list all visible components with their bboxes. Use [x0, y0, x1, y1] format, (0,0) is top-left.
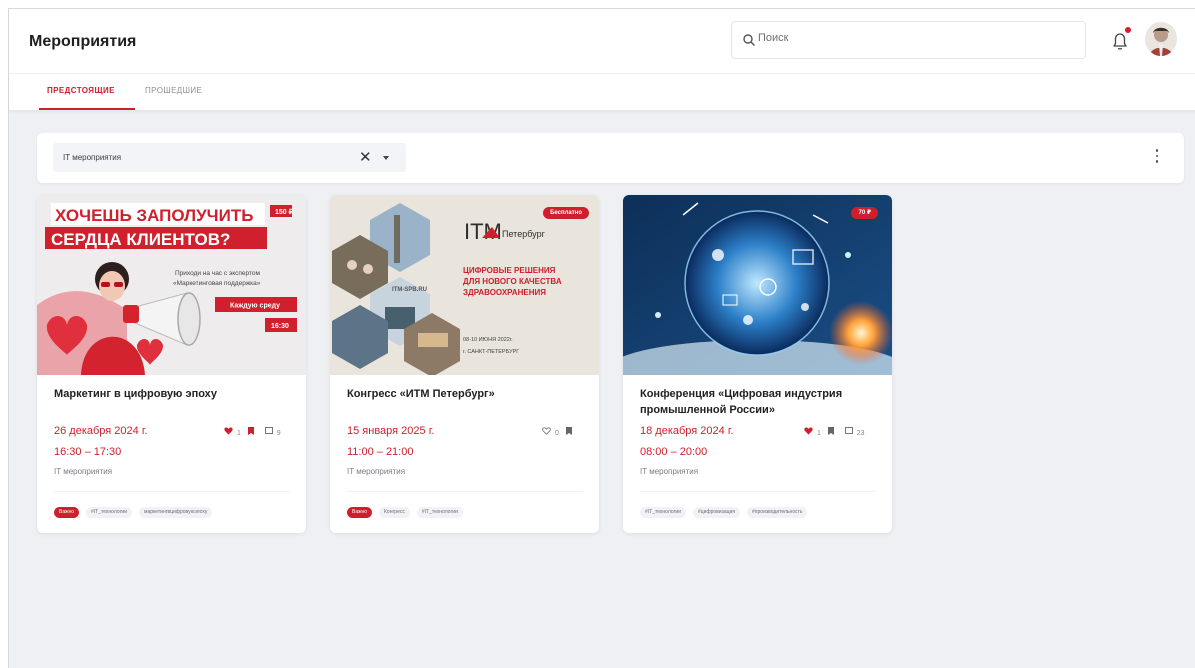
- banner-subtitle-2: «Маркетинговая поддержка»: [173, 280, 261, 287]
- heart-outline-icon[interactable]: [542, 427, 551, 435]
- banner-badge-1: Каждую среду: [230, 303, 280, 310]
- top-bar: Мероприятия: [9, 9, 1195, 74]
- category-select-value: IT мероприятия: [63, 153, 122, 162]
- comment-icon: [264, 427, 273, 434]
- app-frame: Мероприятия ПРЕДСТОЯЩИЕ ПРОШЕДШИ: [8, 8, 1195, 668]
- tag[interactable]: #цифровизация: [693, 507, 741, 518]
- banner-headline-1: ХОЧЕШЬ ЗАПОЛУЧИТЬ: [55, 206, 253, 225]
- tag[interactable]: #IT_технологии: [86, 507, 133, 518]
- tab-past[interactable]: ПРОШЕДШИЕ: [145, 86, 202, 95]
- page-title: Мероприятия: [29, 33, 137, 50]
- tag-list: Важно #IT_технологии маркетингвцифровуюэпо…: [54, 507, 219, 519]
- tag[interactable]: Важно: [54, 507, 80, 518]
- tag-list: #IT_технологии #цифровизация #производител…: [640, 507, 814, 519]
- banner-site: ITM-SPB.RU: [392, 287, 427, 293]
- banner-headline-2: ДЛЯ НОВОГО КАЧЕСТВА: [463, 277, 562, 286]
- event-date: 26 декабря 2024 г.: [54, 425, 148, 437]
- avatar[interactable]: [1145, 22, 1177, 56]
- event-title[interactable]: Конференция «Цифровая индустрия промышле…: [640, 386, 880, 418]
- comments-count: 23: [856, 429, 865, 437]
- tag[interactable]: Конгресс: [379, 507, 410, 518]
- tab-upcoming[interactable]: ПРЕДСТОЯЩИЕ: [47, 86, 115, 95]
- price-badge: 70 ₽: [851, 207, 878, 219]
- heart-icon[interactable]: [224, 427, 233, 435]
- banner-badge-2: 16:30: [271, 323, 289, 330]
- banner-subtitle-1: Приходи на час с экспертом: [175, 270, 261, 277]
- banner-headline-1: ЦИФРОВЫЕ РЕШЕНИЯ: [463, 266, 556, 275]
- event-date: 18 декабря 2024 г.: [640, 425, 734, 437]
- event-card[interactable]: ХОЧЕШЬ ЗАПОЛУЧИТЬ 150 ₽ СЕРДЦА КЛИЕНТОВ?…: [37, 195, 306, 533]
- event-category: IT мероприятия: [640, 467, 699, 476]
- tag-list: Важно Конгресс #IT_технологии: [347, 507, 470, 519]
- event-time: 08:00 – 20:00: [640, 446, 708, 458]
- banner-dates: 08-10 ИЮНЯ 2022г.: [463, 337, 513, 343]
- event-time: 16:30 – 17:30: [54, 446, 122, 458]
- event-card[interactable]: ITM-SPB.RU ITM Петербург ЦИФРОВЫЕ РЕШЕНИ…: [330, 195, 599, 533]
- search-box[interactable]: [731, 21, 1086, 59]
- active-tab-indicator: [39, 108, 135, 110]
- search-input[interactable]: [758, 32, 1058, 44]
- event-stats: 1 9: [224, 427, 281, 437]
- event-category: IT мероприятия: [54, 467, 113, 476]
- likes-count: 1: [236, 429, 241, 437]
- bookmark-icon[interactable]: [247, 427, 254, 435]
- event-image: ХОЧЕШЬ ЗАПОЛУЧИТЬ 150 ₽ СЕРДЦА КЛИЕНТОВ?…: [37, 195, 306, 375]
- likes-count: 1: [816, 429, 821, 437]
- likes-count: 0: [554, 429, 559, 437]
- event-title[interactable]: Конгресс «ИТМ Петербург»: [347, 386, 587, 402]
- chevron-down-icon[interactable]: [383, 156, 389, 160]
- event-date: 15 января 2025 г.: [347, 425, 435, 437]
- comment-icon: [844, 427, 853, 434]
- card-divider: [54, 491, 290, 492]
- avatar-image: [1145, 22, 1177, 56]
- banner-city: г. САНКТ-ПЕТЕРБУРГ: [463, 349, 519, 355]
- event-stats: 1 23: [804, 427, 865, 437]
- event-title[interactable]: Маркетинг в цифровую эпоху: [54, 386, 294, 402]
- banner-brand: ITM: [464, 219, 502, 244]
- price-badge: Бесплатно: [543, 207, 589, 219]
- filter-bar: IT мероприятия ✕: [37, 133, 1184, 183]
- event-stats: 0: [542, 427, 572, 437]
- event-image: ITM-SPB.RU ITM Петербург ЦИФРОВЫЕ РЕШЕНИ…: [330, 195, 599, 375]
- banner-price: 150 ₽: [275, 208, 294, 216]
- search-icon: [743, 34, 755, 46]
- tag[interactable]: #производительность: [747, 507, 808, 518]
- event-category: IT мероприятия: [347, 467, 406, 476]
- kebab-menu-icon[interactable]: [1155, 149, 1159, 165]
- event-image: 70 ₽: [623, 195, 892, 375]
- event-time: 11:00 – 21:00: [347, 446, 414, 458]
- tag[interactable]: #IT_технологии: [640, 507, 687, 518]
- close-icon[interactable]: ✕: [359, 148, 372, 166]
- category-select[interactable]: IT мероприятия ✕: [53, 143, 406, 172]
- banner-brand-city: Петербург: [502, 229, 546, 239]
- tab-bar: ПРЕДСТОЯЩИЕ ПРОШЕДШИЕ: [9, 74, 1195, 110]
- tag[interactable]: маркетингвцифровуюэпоху: [139, 507, 213, 518]
- comments-count: 9: [276, 429, 281, 437]
- bookmark-icon[interactable]: [827, 427, 834, 435]
- event-card[interactable]: 70 ₽ Конференция «Цифровая индустрия про…: [623, 195, 892, 533]
- tag[interactable]: Важно: [347, 507, 373, 518]
- card-divider: [640, 491, 876, 492]
- bookmark-icon[interactable]: [565, 427, 572, 435]
- banner-headline-2: СЕРДЦА КЛИЕНТОВ?: [51, 230, 230, 249]
- tag[interactable]: #IT_технологии: [416, 507, 463, 518]
- heart-icon[interactable]: [804, 427, 813, 435]
- banner-headline-3: ЗДРАВООХРАНЕНИЯ: [463, 288, 546, 297]
- card-divider: [347, 491, 583, 492]
- notification-badge: [1125, 27, 1131, 33]
